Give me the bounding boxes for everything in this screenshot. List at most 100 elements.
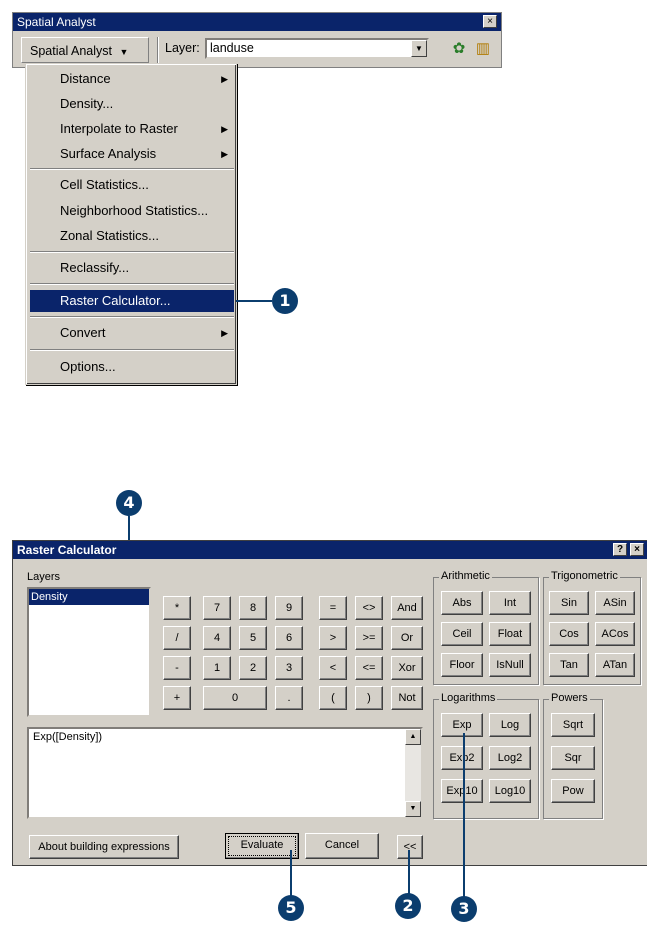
tan-button[interactable]: Tan bbox=[549, 653, 589, 677]
callout-2: 2 bbox=[395, 893, 421, 919]
digit-4-button[interactable]: 4 bbox=[203, 626, 231, 650]
menu-item-cell-statistics[interactable]: Cell Statistics... bbox=[30, 174, 234, 196]
menu-item-zonal-statistics[interactable]: Zonal Statistics... bbox=[30, 225, 234, 247]
submenu-arrow-icon: ▶ bbox=[221, 328, 228, 338]
cos-button[interactable]: Cos bbox=[549, 622, 589, 646]
not-button[interactable]: Not bbox=[391, 686, 423, 710]
less-equal-button[interactable]: <= bbox=[355, 656, 383, 680]
expression-textarea[interactable]: Exp([Density]) ▲ ▼ bbox=[27, 727, 423, 819]
raster-calculator-dialog: Raster Calculator ? × Layers Density * /… bbox=[12, 540, 647, 866]
digit-2-button[interactable]: 2 bbox=[239, 656, 267, 680]
toolbar-title: Spatial Analyst bbox=[13, 13, 501, 31]
menu-item-neighborhood-statistics[interactable]: Neighborhood Statistics... bbox=[30, 200, 234, 222]
or-button[interactable]: Or bbox=[391, 626, 423, 650]
menu-item-label: Zonal Statistics... bbox=[60, 228, 159, 243]
layers-list[interactable]: Density bbox=[27, 587, 151, 717]
spatial-analyst-toolbar: Spatial Analyst × Spatial Analyst ▼ Laye… bbox=[12, 12, 502, 68]
spatial-analyst-menu-button[interactable]: Spatial Analyst ▼ bbox=[21, 37, 149, 63]
layer-dropdown-value: landuse bbox=[210, 41, 254, 55]
greater-equal-button[interactable]: >= bbox=[355, 626, 383, 650]
and-button[interactable]: And bbox=[391, 596, 423, 620]
ceil-button[interactable]: Ceil bbox=[441, 622, 483, 646]
menu-item-interpolate-to-raster[interactable]: Interpolate to Raster ▶ bbox=[30, 118, 234, 140]
acos-button[interactable]: ACos bbox=[595, 622, 635, 646]
sin-button[interactable]: Sin bbox=[549, 591, 589, 615]
menu-separator bbox=[30, 251, 234, 253]
greater-than-button[interactable]: > bbox=[319, 626, 347, 650]
menu-item-density[interactable]: Density... bbox=[30, 93, 234, 115]
spatial-analyst-menu: Distance ▶ Density... Interpolate to Rast… bbox=[25, 63, 237, 385]
abs-button[interactable]: Abs bbox=[441, 591, 483, 615]
callout-4: 4 bbox=[116, 490, 142, 516]
equal-button[interactable]: = bbox=[319, 596, 347, 620]
xor-button[interactable]: Xor bbox=[391, 656, 423, 680]
sqrt-button[interactable]: Sqrt bbox=[551, 713, 595, 737]
not-equal-button[interactable]: <> bbox=[355, 596, 383, 620]
close-paren-button[interactable]: ) bbox=[355, 686, 383, 710]
dialog-title: Raster Calculator bbox=[13, 541, 647, 559]
about-building-expressions-button[interactable]: About building expressions bbox=[29, 835, 179, 859]
digit-9-button[interactable]: 9 bbox=[275, 596, 303, 620]
menu-item-distance[interactable]: Distance ▶ bbox=[30, 68, 234, 90]
menu-item-label: Options... bbox=[60, 359, 116, 374]
chevron-down-icon: ▼ bbox=[119, 47, 129, 57]
add-button[interactable]: + bbox=[163, 686, 191, 710]
histogram-tool-icon[interactable]: ▥ bbox=[473, 39, 493, 59]
sqr-button[interactable]: Sqr bbox=[551, 746, 595, 770]
atan-button[interactable]: ATan bbox=[595, 653, 635, 677]
menu-item-surface-analysis[interactable]: Surface Analysis ▶ bbox=[30, 143, 234, 165]
dialog-close-button[interactable]: × bbox=[630, 543, 644, 556]
exp-button[interactable]: Exp bbox=[441, 713, 483, 737]
digit-3-button[interactable]: 3 bbox=[275, 656, 303, 680]
menu-item-convert[interactable]: Convert ▶ bbox=[30, 322, 234, 344]
log10-button[interactable]: Log10 bbox=[489, 779, 531, 803]
toolbar-close-button[interactable]: × bbox=[483, 15, 497, 28]
asin-button[interactable]: ASin bbox=[595, 591, 635, 615]
floor-button[interactable]: Floor bbox=[441, 653, 483, 677]
contour-tool-icon[interactable]: ✿ bbox=[449, 39, 469, 59]
open-paren-button[interactable]: ( bbox=[319, 686, 347, 710]
exp10-button[interactable]: Exp10 bbox=[441, 779, 483, 803]
layer-dropdown[interactable]: landuse ▼ bbox=[205, 38, 429, 59]
digit-1-button[interactable]: 1 bbox=[203, 656, 231, 680]
evaluate-button[interactable]: Evaluate bbox=[225, 833, 299, 859]
menu-item-label: Cell Statistics... bbox=[60, 177, 149, 192]
menu-item-label: Reclassify... bbox=[60, 260, 130, 275]
expression-scrollbar[interactable]: ▲ ▼ bbox=[405, 729, 421, 817]
layer-item-density[interactable]: Density bbox=[29, 589, 149, 605]
pow-button[interactable]: Pow bbox=[551, 779, 595, 803]
isnull-button[interactable]: IsNull bbox=[489, 653, 531, 677]
int-button[interactable]: Int bbox=[489, 591, 531, 615]
less-than-button[interactable]: < bbox=[319, 656, 347, 680]
cancel-button[interactable]: Cancel bbox=[305, 833, 379, 859]
multiply-button[interactable]: * bbox=[163, 596, 191, 620]
scroll-up-icon[interactable]: ▲ bbox=[405, 729, 421, 745]
collapse-button[interactable]: << bbox=[397, 835, 423, 859]
log2-button[interactable]: Log2 bbox=[489, 746, 531, 770]
divide-button[interactable]: / bbox=[163, 626, 191, 650]
dropdown-arrow-icon[interactable]: ▼ bbox=[411, 40, 427, 57]
menu-item-reclassify[interactable]: Reclassify... bbox=[30, 257, 234, 279]
digit-5-button[interactable]: 5 bbox=[239, 626, 267, 650]
exp2-button[interactable]: Exp2 bbox=[441, 746, 483, 770]
float-button[interactable]: Float bbox=[489, 622, 531, 646]
menu-item-label: Density... bbox=[60, 96, 114, 111]
trigonometric-label: Trigonometric bbox=[549, 570, 620, 582]
digit-6-button[interactable]: 6 bbox=[275, 626, 303, 650]
menu-item-options[interactable]: Options... bbox=[30, 356, 234, 378]
digit-7-button[interactable]: 7 bbox=[203, 596, 231, 620]
menu-item-raster-calculator[interactable]: Raster Calculator... bbox=[30, 290, 234, 312]
callout-leader-line bbox=[290, 850, 292, 900]
subtract-button[interactable]: - bbox=[163, 656, 191, 680]
menu-separator bbox=[30, 349, 234, 351]
scroll-down-icon[interactable]: ▼ bbox=[405, 801, 421, 817]
submenu-arrow-icon: ▶ bbox=[221, 124, 228, 134]
layer-label: Layer: bbox=[165, 41, 200, 55]
help-button[interactable]: ? bbox=[613, 543, 627, 556]
digit-8-button[interactable]: 8 bbox=[239, 596, 267, 620]
decimal-button[interactable]: . bbox=[275, 686, 303, 710]
menu-item-label: Interpolate to Raster bbox=[60, 121, 178, 136]
digit-0-button[interactable]: 0 bbox=[203, 686, 267, 710]
menu-separator bbox=[30, 316, 234, 318]
log-button[interactable]: Log bbox=[489, 713, 531, 737]
